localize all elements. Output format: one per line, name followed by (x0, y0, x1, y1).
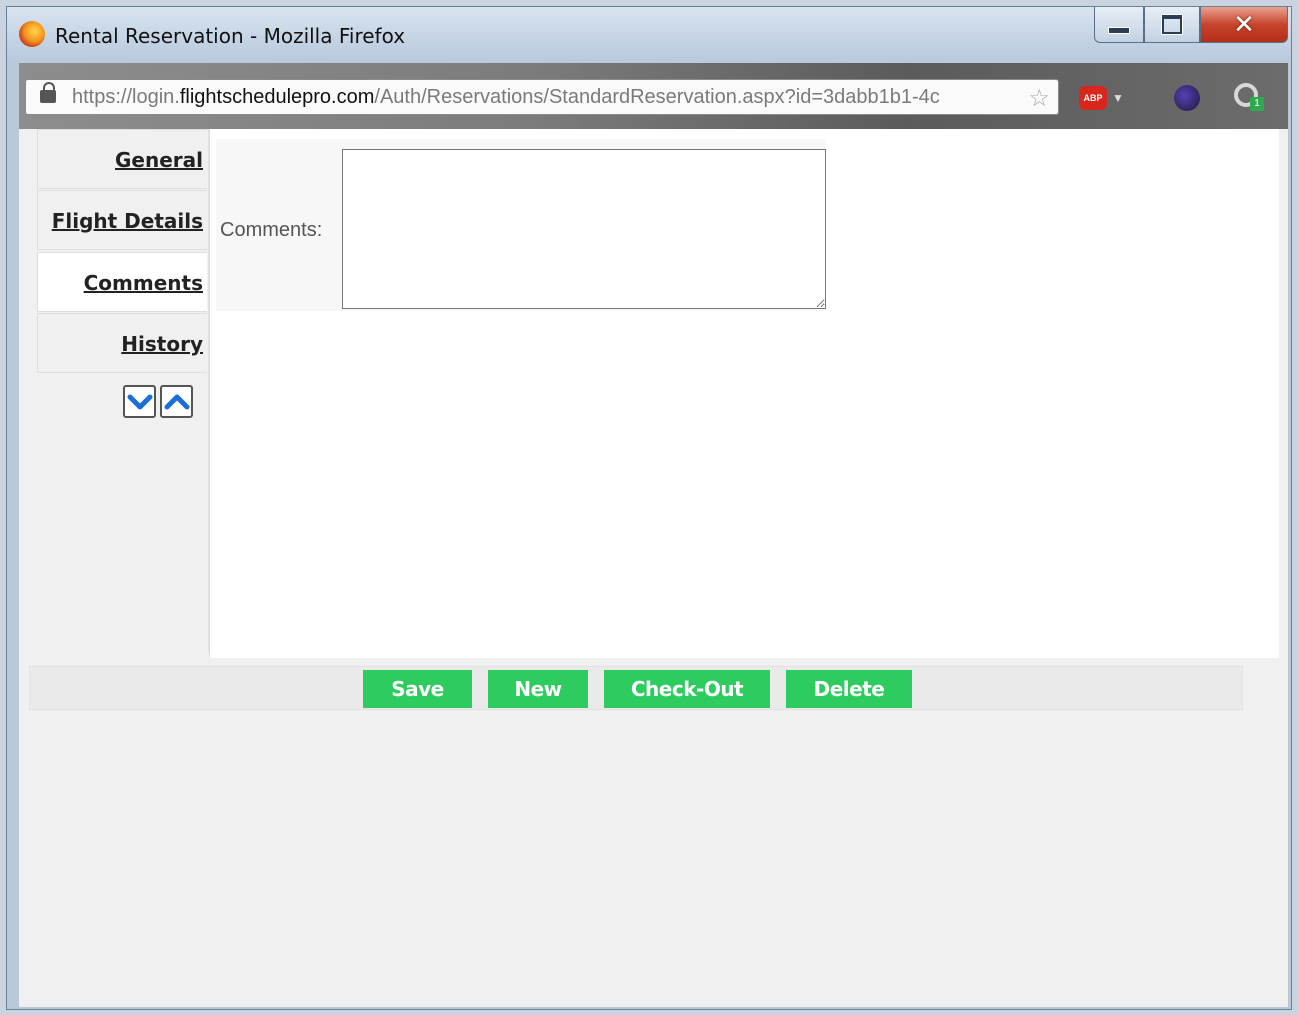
chevron-up-icon (164, 394, 189, 409)
tab-flight-details[interactable]: Flight Details (37, 190, 207, 250)
close-button[interactable]: ✕ (1200, 7, 1288, 43)
chevron-down-icon[interactable]: ▼ (1112, 91, 1124, 105)
url-domain: flightschedulepro.com (179, 86, 375, 108)
url-text[interactable]: https://login.flightschedulepro.com/Auth… (72, 86, 1012, 109)
extension-badge: 1 (1250, 97, 1264, 111)
lock-icon[interactable] (40, 82, 56, 103)
tab-history[interactable]: History (37, 313, 207, 373)
check-out-button[interactable]: Check-Out (604, 670, 770, 708)
bookmark-star-icon[interactable]: ☆ (1028, 84, 1050, 113)
tab-general[interactable]: General (37, 129, 207, 189)
save-button[interactable]: Save (363, 670, 472, 708)
comments-label: Comments: (220, 219, 323, 241)
maximize-button[interactable] (1144, 7, 1200, 43)
comments-panel: Comments: (209, 129, 1279, 658)
scroll-up-button[interactable] (160, 385, 193, 418)
navigation-bar: https://login.flightschedulepro.com/Auth… (19, 63, 1288, 129)
extension-icon[interactable] (1174, 85, 1200, 111)
chevron-down-icon (127, 394, 152, 409)
scroll-down-button[interactable] (123, 385, 156, 418)
maximize-icon (1162, 15, 1182, 34)
reservation-sidebar: General Flight Details Comments History (37, 129, 210, 651)
url-path: /Auth/Reservations/StandardReservation.a… (374, 86, 940, 108)
page-content: General Flight Details Comments History … (19, 129, 1288, 1007)
close-icon: ✕ (1233, 9, 1255, 40)
new-button[interactable]: New (488, 670, 588, 708)
minimize-button[interactable] (1094, 7, 1144, 43)
ghostery-icon[interactable]: 1 (1234, 83, 1264, 113)
comments-row: Comments: (216, 139, 826, 311)
tab-comments[interactable]: Comments (37, 252, 207, 312)
title-bar: Rental Reservation - Mozilla Firefox ✕ (7, 7, 1291, 63)
url-prefix: https://login. (72, 86, 180, 108)
tab-scroll-controls (123, 385, 193, 418)
window-title: Rental Reservation - Mozilla Firefox (55, 24, 406, 48)
url-bar[interactable]: https://login.flightschedulepro.com/Auth… (25, 79, 1059, 115)
comments-textarea[interactable] (342, 149, 826, 309)
adblock-plus-icon[interactable]: ABP (1079, 86, 1107, 110)
firefox-window: Rental Reservation - Mozilla Firefox ✕ h… (6, 6, 1292, 1010)
firefox-icon (19, 21, 45, 47)
minimize-icon (1108, 27, 1130, 34)
delete-button[interactable]: Delete (786, 670, 912, 708)
action-bar: Save New Check-Out Delete (29, 666, 1243, 710)
